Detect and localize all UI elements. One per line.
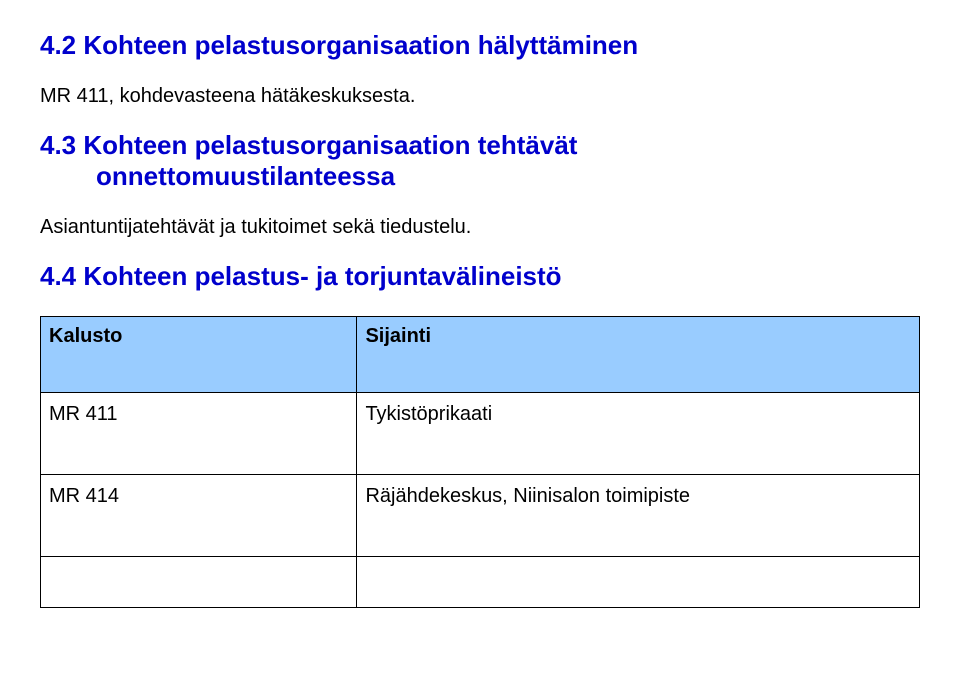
table-row: MR 414 Räjähdekeskus, Niinisalon toimipi…	[41, 475, 920, 557]
section-4-2-heading: 4.2 Kohteen pelastusorganisaation hälytt…	[40, 30, 920, 61]
table-header-kalusto: Kalusto	[41, 317, 357, 393]
section-4-4-heading: 4.4 Kohteen pelastus- ja torjuntavälinei…	[40, 261, 920, 292]
table-row	[41, 557, 920, 608]
equipment-table: Kalusto Sijainti MR 411 Tykistöprikaati …	[40, 316, 920, 608]
section-4-3-heading-line1: 4.3 Kohteen pelastusorganisaation tehtäv…	[40, 130, 577, 160]
table-cell-kalusto: MR 414	[41, 475, 357, 557]
table-cell-kalusto: MR 411	[41, 393, 357, 475]
table-cell-sijainti: Tykistöprikaati	[357, 393, 920, 475]
table-cell-sijainti: Räjähdekeskus, Niinisalon toimipiste	[357, 475, 920, 557]
section-4-3-body: Asiantuntijatehtävät ja tukitoimet sekä …	[40, 216, 920, 239]
table-row: MR 411 Tykistöprikaati	[41, 393, 920, 475]
section-4-3-heading: 4.3 Kohteen pelastusorganisaation tehtäv…	[40, 130, 920, 192]
table-header-sijainti: Sijainti	[357, 317, 920, 393]
section-4-2-body: MR 411, kohdevasteena hätäkeskuksesta.	[40, 85, 920, 108]
section-4-3-heading-line2: onnettomuustilanteessa	[40, 161, 920, 192]
table-cell-kalusto	[41, 557, 357, 608]
table-header-row: Kalusto Sijainti	[41, 317, 920, 393]
table-cell-sijainti	[357, 557, 920, 608]
